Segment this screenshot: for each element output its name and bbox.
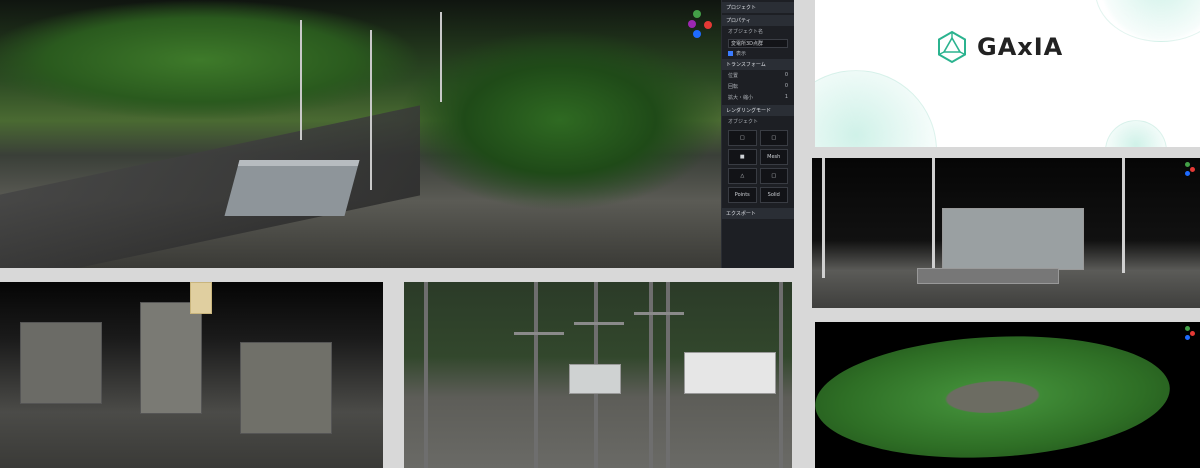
project-header[interactable]: プロジェクト — [722, 2, 794, 13]
transform-row[interactable]: 回転 0 — [722, 81, 794, 92]
x-axis-icon[interactable] — [1190, 167, 1195, 172]
pole-transformer — [569, 364, 621, 394]
utility-pole — [649, 282, 653, 468]
substation-building — [224, 160, 360, 216]
render-section-subtitle: オブジェクト — [728, 119, 759, 125]
z-axis-icon[interactable] — [1185, 171, 1190, 176]
utility-pole — [666, 282, 670, 468]
transformer — [942, 208, 1084, 270]
z-axis-icon[interactable] — [1185, 335, 1190, 340]
transform-row-value[interactable]: 1 — [785, 94, 788, 101]
transform-row-value[interactable]: 0 — [785, 83, 788, 90]
render-mode-button[interactable]: □ — [759, 130, 788, 146]
decorative-sphere — [1105, 120, 1167, 147]
property-header[interactable]: プロパティ — [722, 15, 794, 26]
checkbox-label: 表示 — [736, 51, 747, 57]
y-axis-icon[interactable] — [693, 10, 701, 18]
export-section-header[interactable]: エクスポート — [722, 208, 794, 219]
substation-transformer-view[interactable] — [812, 158, 1200, 308]
object-name-value: 変電所3D点群 — [731, 41, 764, 47]
decorative-sphere — [1095, 0, 1200, 42]
transform-row-value[interactable]: 0 — [785, 72, 788, 79]
x-axis-icon[interactable] — [1190, 331, 1195, 336]
y-axis-icon[interactable] — [1185, 162, 1190, 167]
decorative-sphere — [815, 70, 937, 147]
crossarm — [514, 332, 564, 335]
transform-row[interactable]: 位置 0 — [722, 70, 794, 81]
aerial-point-cloud-view[interactable] — [815, 322, 1200, 468]
transform-row-label: 位置 — [728, 73, 739, 79]
utility-pole — [300, 20, 302, 140]
z-axis-icon[interactable] — [693, 30, 701, 38]
utility-poles-view[interactable] — [404, 282, 792, 468]
main-3d-viewer[interactable]: プロジェクト プロパティ オブジェクト名 変電所3D点群 表示 トランスフォーム… — [0, 0, 794, 268]
transform-section-header[interactable]: トランスフォーム — [722, 59, 794, 70]
lattice-tower — [1122, 158, 1125, 273]
render-mode-button[interactable]: □ — [728, 130, 757, 146]
render-mode-button[interactable]: Points — [728, 187, 757, 203]
render-mode-button[interactable]: □ — [759, 168, 788, 184]
point-cloud-scene[interactable] — [0, 0, 722, 268]
lamp-glow — [190, 282, 212, 314]
transform-row[interactable]: 拡大・縮小 1 — [722, 92, 794, 103]
concrete-base — [917, 268, 1059, 284]
lattice-tower — [932, 158, 935, 268]
visibility-checkbox[interactable]: 表示 — [728, 50, 788, 57]
site-point-cloud — [815, 327, 1173, 467]
retaining-wall — [0, 105, 420, 268]
origin-icon — [688, 20, 696, 28]
render-mode-button[interactable]: △ — [728, 168, 757, 184]
object-name-label: オブジェクト名 — [728, 29, 764, 35]
brand-logo: GAxIA — [935, 30, 1063, 64]
background-house — [684, 352, 776, 394]
axis-gizmo[interactable] — [1182, 326, 1196, 340]
switchgear — [20, 322, 102, 404]
axis-gizmo[interactable] — [1182, 162, 1196, 176]
utility-pole — [779, 282, 783, 468]
render-section-header[interactable]: レンダリングモード — [722, 105, 794, 116]
properties-panel: プロジェクト プロパティ オブジェクト名 変電所3D点群 表示 トランスフォーム… — [721, 0, 794, 268]
brand-name: GAxIA — [977, 33, 1064, 61]
axis-gizmo[interactable] — [682, 10, 712, 40]
transform-row-label: 回転 — [728, 84, 739, 90]
x-axis-icon[interactable] — [704, 21, 712, 29]
y-axis-icon[interactable] — [1185, 326, 1190, 331]
utility-pole — [440, 12, 442, 102]
render-mode-grid: □ □ ■ Mesh △ □ Points Solid — [722, 127, 794, 206]
crossarm — [574, 322, 624, 325]
checkbox-icon — [728, 51, 733, 56]
crossarm — [634, 312, 684, 315]
icosahedron-logo-icon — [938, 30, 966, 64]
switchgear — [240, 342, 332, 434]
render-mode-button[interactable]: ■ — [728, 149, 757, 165]
lattice-tower — [822, 158, 825, 278]
render-mode-button[interactable]: Solid — [759, 187, 788, 203]
transmission-tower — [370, 30, 372, 190]
transform-row-label: 拡大・縮小 — [728, 95, 754, 101]
object-name-select[interactable]: 変電所3D点群 — [728, 39, 788, 48]
switchyard-night-view[interactable] — [0, 282, 383, 468]
brand-panel: GAxIA — [815, 0, 1200, 147]
render-mode-button[interactable]: Mesh — [759, 149, 788, 165]
utility-pole — [424, 282, 428, 468]
utility-pole — [534, 282, 538, 468]
switchgear — [140, 302, 202, 414]
